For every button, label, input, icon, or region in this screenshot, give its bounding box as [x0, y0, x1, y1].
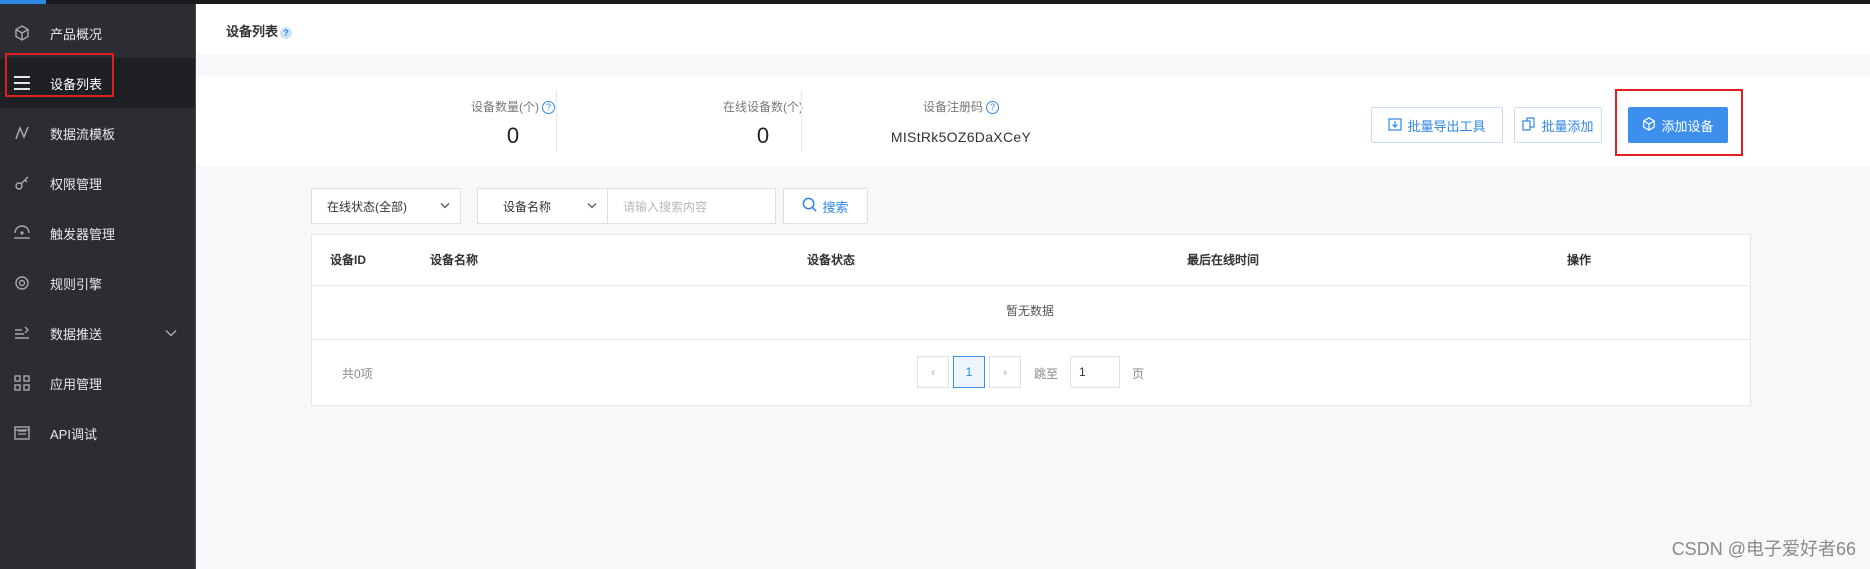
export-tool-button[interactable]: 批量导出工具	[1371, 107, 1503, 143]
column-header-device-status[interactable]: 设备状态	[807, 235, 855, 285]
row-divider	[312, 339, 1750, 340]
page-unit-label: 页	[1132, 367, 1145, 381]
field-select[interactable]: 设备名称	[477, 188, 608, 224]
chevron-down-icon	[440, 201, 450, 212]
question-icon[interactable]: ?	[542, 101, 555, 114]
search-button[interactable]: 搜索	[783, 188, 868, 224]
sidebar-item-permission[interactable]: 权限管理	[0, 158, 195, 208]
batch-add-label: 批量添加	[1541, 118, 1594, 134]
stat-label-text: 设备注册码	[922, 100, 983, 114]
export-icon	[1388, 117, 1403, 134]
sidebar-item-api[interactable]: API调试	[0, 408, 195, 458]
sidebar: 产品概况 设备列表 数据流模板 权限管理 触发器管理 规则引擎 数据推送 应用管…	[0, 4, 195, 569]
reg-code-value: MIStRk5OZ6DaXCeY	[890, 129, 1032, 145]
stat-label: 设备数量(个)?	[396, 98, 630, 115]
page-header: 设备列表?	[196, 4, 1870, 54]
sidebar-item-label: 设备列表	[50, 76, 103, 92]
stat-divider	[556, 90, 557, 152]
rule-icon	[12, 273, 32, 293]
column-header-last-online[interactable]: 最后在线时间	[1187, 235, 1259, 285]
sidebar-item-label: 数据流模板	[50, 126, 116, 142]
sidebar-item-label: 产品概况	[50, 26, 103, 42]
cube-icon	[12, 23, 32, 43]
column-header-device-name[interactable]: 设备名称	[430, 235, 478, 285]
empty-state-text: 暂无数据	[1006, 304, 1055, 318]
status-select-value: 在线状态(全部)	[327, 199, 407, 214]
stat-label: 设备注册码?	[836, 98, 1086, 115]
sidebar-item-label: API调试	[50, 426, 97, 442]
push-icon	[12, 323, 32, 343]
column-header-device-id[interactable]: 设备ID	[330, 235, 366, 285]
main-content: 设备列表? 设备数量(个)? 0 在线设备数(个) 0 设备注册码? MIStR…	[196, 4, 1870, 569]
sidebar-item-trigger[interactable]: 触发器管理	[0, 208, 195, 258]
page-number-current[interactable]: 1	[953, 356, 985, 388]
stat-divider	[801, 90, 802, 152]
sidebar-item-dataflow[interactable]: 数据流模板	[0, 108, 195, 158]
export-tool-label: 批量导出工具	[1407, 118, 1486, 134]
add-device-label: 添加设备	[1661, 118, 1714, 134]
page-title-text: 设备列表	[226, 24, 279, 39]
device-count-value: 0	[506, 123, 520, 148]
dataflow-icon	[12, 123, 32, 143]
sidebar-item-label: 数据推送	[50, 326, 103, 342]
sidebar-item-overview[interactable]: 产品概况	[0, 8, 195, 58]
api-icon	[12, 423, 32, 443]
batch-add-button[interactable]: 批量添加	[1514, 107, 1602, 143]
help-icon[interactable]: ?	[280, 26, 293, 39]
sidebar-item-data-push[interactable]: 数据推送	[0, 308, 195, 358]
field-select-value: 设备名称	[503, 199, 552, 214]
stat-reg-code: 设备注册码? MIStRk5OZ6DaXCeY	[836, 76, 1086, 166]
sidebar-item-label: 应用管理	[50, 376, 103, 392]
list-icon	[12, 73, 32, 93]
prev-page-button[interactable]: ‹	[917, 356, 949, 388]
search-placeholder: 请输入搜索内容	[623, 199, 708, 214]
batch-icon	[1522, 116, 1536, 134]
search-button-label: 搜索	[822, 199, 849, 215]
next-page-button[interactable]: ›	[989, 356, 1021, 388]
grid-icon	[12, 373, 32, 393]
watermark: CSDN @电子爱好者66	[1671, 539, 1856, 559]
total-count: 共0项	[342, 367, 373, 381]
chevron-down-icon	[587, 201, 597, 212]
sidebar-item-label: 规则引擎	[50, 276, 103, 292]
sidebar-item-app[interactable]: 应用管理	[0, 358, 195, 408]
jump-page-input[interactable]: 1	[1070, 356, 1120, 388]
stats-panel: 设备数量(个)? 0 在线设备数(个) 0 设备注册码? MIStRk5OZ6D…	[196, 76, 1870, 166]
sidebar-item-label: 权限管理	[50, 176, 103, 192]
jump-label: 跳至	[1034, 367, 1059, 381]
search-icon	[802, 197, 818, 215]
search-input[interactable]: 请输入搜索内容	[608, 188, 776, 224]
chevron-down-icon[interactable]	[165, 326, 177, 341]
status-select[interactable]: 在线状态(全部)	[311, 188, 461, 224]
stat-device-count: 设备数量(个)? 0	[396, 76, 630, 166]
sidebar-item-rule-engine[interactable]: 规则引擎	[0, 258, 195, 308]
key-icon	[12, 173, 32, 193]
device-table: 设备ID 设备名称 设备状态 最后在线时间 操作 暂无数据 共0项 ‹ 1 › …	[311, 234, 1751, 406]
column-header-actions[interactable]: 操作	[1567, 235, 1591, 285]
question-icon[interactable]: ?	[986, 101, 999, 114]
page-title: 设备列表?	[226, 21, 293, 40]
sidebar-item-device-list[interactable]: 设备列表	[0, 58, 195, 108]
sidebar-item-label: 触发器管理	[50, 226, 116, 242]
add-device-button[interactable]: 添加设备	[1628, 107, 1728, 143]
trigger-icon	[12, 223, 32, 243]
row-divider	[312, 285, 1750, 286]
cube-icon	[1642, 116, 1656, 134]
stat-label-text: 设备数量(个)	[471, 100, 539, 114]
